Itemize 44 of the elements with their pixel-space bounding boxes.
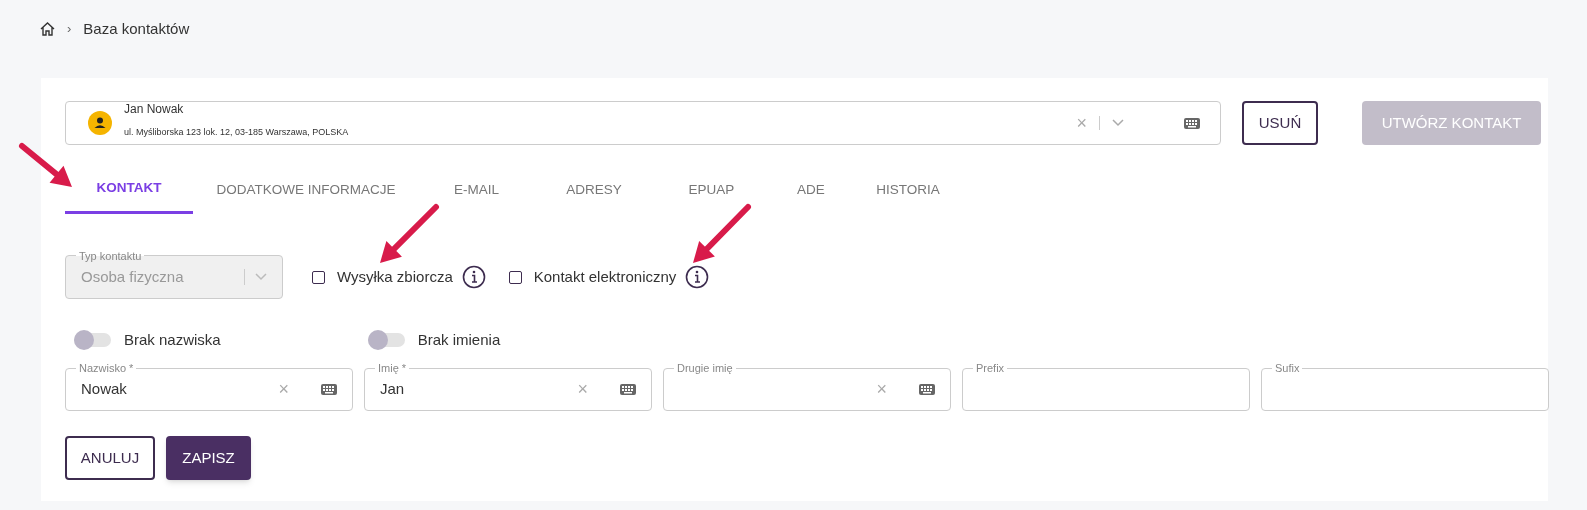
home-icon[interactable] — [40, 22, 55, 36]
clear-button[interactable]: × — [577, 376, 588, 403]
toggle-switch[interactable] — [74, 333, 111, 347]
annotation-arrow — [380, 204, 439, 263]
clear-button[interactable]: × — [1076, 109, 1087, 137]
tab[interactable]: ADE — [769, 172, 853, 214]
save-button[interactable]: ZAPISZ — [166, 436, 251, 480]
field-label: Sufix — [1272, 362, 1303, 375]
info-icon[interactable] — [685, 265, 710, 289]
annotation-arrow — [19, 143, 72, 187]
field-value: Jan — [380, 379, 406, 400]
field-label: Nazwisko * — [76, 362, 137, 375]
tab[interactable]: E-MAIL — [419, 172, 534, 214]
field-label: Imię * — [375, 362, 410, 375]
contact-name: Jan Nowak — [124, 102, 185, 116]
contact-select[interactable]: Jan Nowak ul. Myśliborska 123 lok. 12, 03-185 Warszawa, POLSKA × — [65, 101, 1221, 145]
clear-button[interactable]: × — [278, 376, 289, 403]
toggle-label: Brak nazwiska — [124, 329, 221, 350]
delete-button[interactable]: USUŃ — [1242, 101, 1318, 145]
tab[interactable]: EPUAP — [654, 172, 769, 214]
annotation-arrow — [693, 204, 751, 263]
clear-button[interactable]: × — [876, 376, 887, 403]
field-label: Drugie imię — [674, 362, 736, 375]
keyboard-icon[interactable] — [1184, 117, 1200, 129]
tab[interactable]: ADRESY — [534, 172, 654, 214]
toggle-switch[interactable] — [367, 333, 405, 347]
tab[interactable]: HISTORIA — [853, 172, 963, 214]
info-icon[interactable] — [461, 265, 486, 289]
field-value: Nowak — [81, 379, 128, 400]
cancel-button[interactable]: ANULUJ — [65, 436, 155, 480]
checkbox-label[interactable]: Kontakt elektroniczny — [533, 265, 677, 289]
keyboard-icon[interactable] — [620, 384, 636, 395]
toggle-label: Brak imienia — [417, 329, 501, 350]
breadcrumb-item: Baza kontaktów — [83, 18, 190, 39]
contact-address: ul. Myśliborska 123 lok. 12, 03-185 Warszawa, POLSKA — [124, 126, 350, 138]
keyboard-icon[interactable] — [321, 384, 337, 395]
keyboard-icon[interactable] — [919, 384, 935, 395]
checkbox-label[interactable]: Wysyłka zbiorcza — [337, 265, 453, 289]
chevron-down-icon — [255, 273, 267, 281]
field-value: Osoba fizyczna — [81, 266, 185, 287]
tab[interactable]: DODATKOWE INFORMACJE — [193, 172, 419, 214]
field-label: Prefix — [973, 362, 1008, 375]
avatar-icon — [88, 111, 112, 135]
breadcrumb-separator: › — [67, 20, 72, 39]
